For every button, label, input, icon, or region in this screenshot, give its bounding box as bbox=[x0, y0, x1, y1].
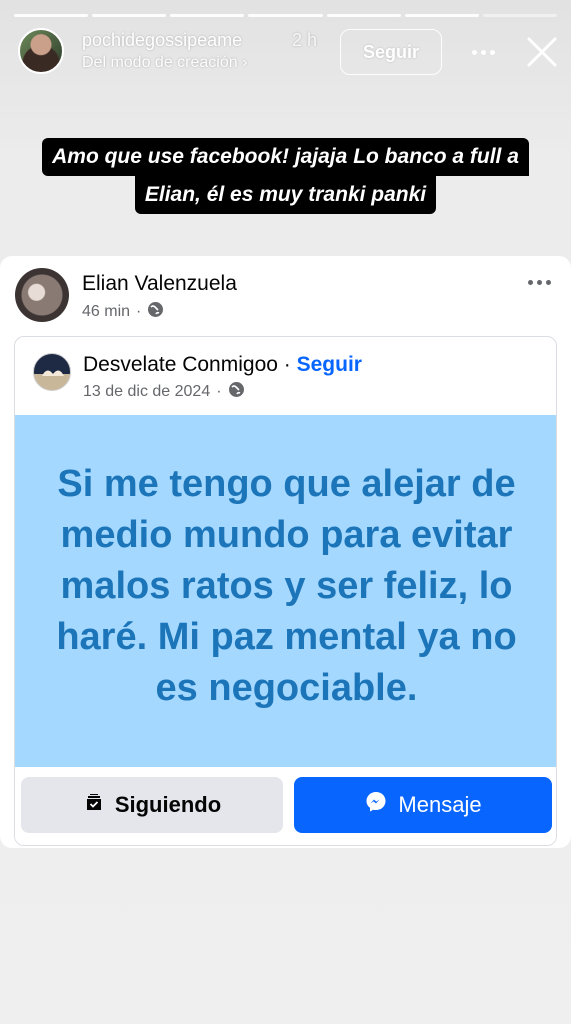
caption-line: Amo que use facebook! jajaja Lo banco a … bbox=[42, 138, 529, 176]
following-button: Siguiendo bbox=[21, 777, 283, 833]
follow-button[interactable]: Seguir bbox=[340, 29, 442, 75]
progress-segment bbox=[92, 14, 167, 17]
meta-separator: · bbox=[216, 383, 222, 400]
progress-segment bbox=[404, 14, 479, 17]
shared-meta: 13 de dic de 2024 · bbox=[83, 381, 245, 403]
story-time: 2 h bbox=[292, 30, 318, 50]
shared-page-header: Desvelate Conmigoo · Seguir bbox=[83, 353, 362, 377]
more-icon[interactable] bbox=[466, 38, 500, 66]
message-label: Mensaje bbox=[398, 792, 482, 817]
action-buttons: Siguiendo Mensaje bbox=[15, 767, 556, 845]
progress-segment bbox=[326, 14, 401, 17]
post-meta: 46 min · bbox=[82, 301, 164, 323]
messenger-icon bbox=[364, 790, 388, 820]
progress-segment bbox=[14, 14, 89, 17]
story-view: pochidegossipeame 2 h Del modo de creaci… bbox=[0, 0, 571, 1024]
shared-post: Desvelate Conmigoo · Seguir 13 de dic de… bbox=[14, 336, 557, 846]
page-follow-link: Seguir bbox=[296, 353, 362, 376]
page-name: Desvelate Conmigoo bbox=[83, 353, 278, 376]
globe-icon bbox=[147, 301, 164, 323]
story-progress bbox=[14, 14, 557, 17]
shared-date: 13 de dic de 2024 bbox=[83, 383, 211, 400]
story-header: pochidegossipeame 2 h Del modo de creaci… bbox=[0, 26, 571, 82]
meta-separator: · bbox=[136, 303, 142, 320]
close-icon[interactable] bbox=[522, 32, 562, 72]
caption-line: Elian, él es muy tranki panki bbox=[134, 176, 437, 214]
avatar bbox=[33, 353, 71, 391]
page-dot: · bbox=[283, 353, 291, 376]
post-author: Elian Valenzuela bbox=[82, 272, 237, 295]
more-icon bbox=[528, 276, 556, 288]
story-subtitle[interactable]: Del modo de creación › bbox=[82, 54, 247, 72]
avatar bbox=[15, 268, 69, 322]
following-icon bbox=[83, 791, 105, 819]
globe-icon bbox=[228, 381, 245, 403]
facebook-post-card: Elian Valenzuela 46 min · Desvelate Conm… bbox=[0, 256, 571, 848]
story-caption: Amo que use facebook! jajaja Lo banco a … bbox=[0, 138, 571, 214]
progress-segment bbox=[248, 14, 323, 17]
quote-text: Si me tengo que alejar de medio mundo pa… bbox=[56, 463, 517, 709]
quote-background: Si me tengo que alejar de medio mundo pa… bbox=[15, 415, 556, 767]
following-label: Siguiendo bbox=[114, 792, 222, 817]
progress-segment bbox=[482, 14, 557, 17]
avatar[interactable] bbox=[18, 28, 64, 74]
story-username[interactable]: pochidegossipeame bbox=[82, 30, 242, 51]
progress-segment bbox=[170, 14, 245, 17]
post-time: 46 min bbox=[82, 303, 131, 320]
message-button: Mensaje bbox=[294, 777, 552, 833]
